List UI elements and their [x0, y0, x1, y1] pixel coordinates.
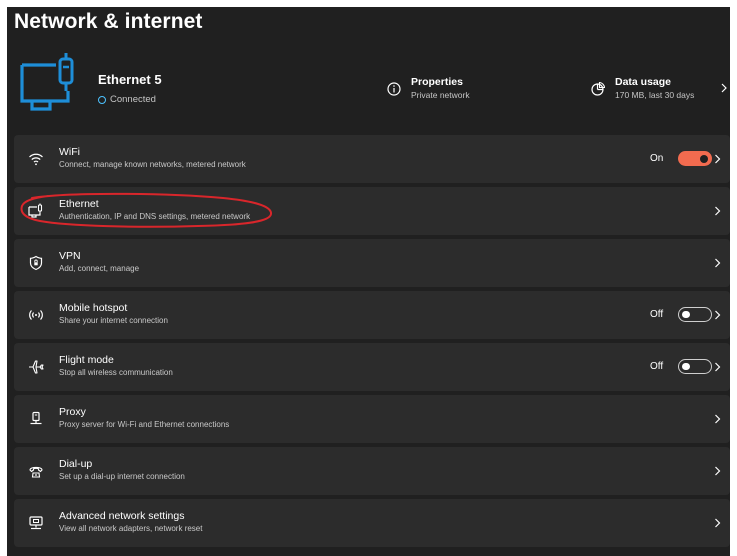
chevron-right-icon — [715, 258, 721, 268]
ethernet-device-icon — [20, 53, 74, 111]
flight-mode-title: Flight mode — [59, 354, 114, 366]
proxy-icon — [30, 411, 42, 425]
wifi-toggle-label: On — [650, 153, 664, 164]
mobile-hotspot-icon — [29, 310, 43, 320]
ethernet-subtitle: Authentication, IP and DNS settings, met… — [59, 212, 251, 221]
device-name: Ethernet 5 — [98, 72, 162, 87]
data-usage-subtitle: 170 MB, last 30 days — [615, 90, 695, 100]
advanced-network-settings-row[interactable]: Advanced network settings View all netwo… — [14, 499, 730, 547]
toggle-knob — [682, 362, 690, 370]
wifi-row[interactable]: WiFi Connect, manage known networks, met… — [14, 135, 730, 183]
connection-status-text: Connected — [110, 94, 156, 105]
mobile-hotspot-toggle-group: Off — [650, 307, 712, 322]
page-title: Network & internet — [14, 10, 203, 33]
mobile-hotspot-toggle[interactable] — [678, 307, 712, 322]
properties-subtitle: Private network — [411, 90, 470, 100]
properties-title: Properties — [411, 76, 463, 88]
wifi-toggle-group: On — [650, 151, 712, 166]
chevron-right-icon — [715, 206, 721, 216]
wifi-toggle[interactable] — [678, 151, 712, 166]
dial-up-icon — [29, 466, 43, 478]
chevron-right-icon — [715, 310, 721, 320]
vpn-title: VPN — [59, 250, 81, 262]
settings-list: WiFi Connect, manage known networks, met… — [14, 135, 730, 551]
data-usage-button[interactable]: Data usage 170 MB, last 30 days — [591, 76, 694, 102]
settings-window: Network & internet Ethernet 5 Connected … — [7, 7, 730, 556]
connection-status: Connected — [98, 94, 156, 105]
toggle-knob — [700, 154, 708, 163]
flight-mode-toggle-group: Off — [650, 359, 712, 374]
advanced-network-icon — [29, 516, 43, 530]
dial-up-subtitle: Set up a dial-up internet connection — [59, 472, 185, 481]
chevron-right-icon[interactable] — [720, 83, 728, 93]
proxy-row[interactable]: Proxy Proxy server for Wi-Fi and Etherne… — [14, 395, 730, 443]
flight-mode-row[interactable]: Flight mode Stop all wireless communicat… — [14, 343, 730, 391]
chevron-right-icon — [715, 362, 721, 372]
chevron-right-icon — [715, 518, 721, 528]
mobile-hotspot-subtitle: Share your internet connection — [59, 316, 168, 325]
chevron-right-icon — [715, 154, 721, 164]
vpn-shield-icon — [29, 255, 43, 271]
properties-button[interactable]: Properties Private network — [387, 76, 470, 102]
chevron-right-icon — [715, 466, 721, 476]
flight-mode-subtitle: Stop all wireless communication — [59, 368, 173, 377]
toggle-knob — [682, 310, 690, 318]
dial-up-title: Dial-up — [59, 458, 93, 470]
wifi-icon — [29, 153, 43, 166]
data-usage-title: Data usage — [615, 76, 672, 88]
connection-status-card: Ethernet 5 Connected Properties Private … — [14, 43, 730, 126]
proxy-title: Proxy — [59, 406, 86, 418]
wifi-title: WiFi — [59, 146, 80, 158]
advanced-network-settings-subtitle: View all network adapters, network reset — [59, 524, 203, 533]
vpn-row[interactable]: VPN Add, connect, manage — [14, 239, 730, 287]
mobile-hotspot-title: Mobile hotspot — [59, 302, 128, 314]
wifi-subtitle: Connect, manage known networks, metered … — [59, 160, 246, 169]
advanced-network-settings-title: Advanced network settings — [59, 510, 185, 522]
ethernet-icon — [28, 203, 43, 218]
data-usage-icon — [591, 82, 605, 96]
globe-icon — [98, 95, 106, 104]
mobile-hotspot-toggle-label: Off — [650, 309, 664, 320]
ethernet-row[interactable]: Ethernet Authentication, IP and DNS sett… — [14, 187, 730, 235]
proxy-subtitle: Proxy server for Wi-Fi and Ethernet conn… — [59, 420, 230, 429]
flight-mode-toggle[interactable] — [678, 359, 712, 374]
vpn-subtitle: Add, connect, manage — [59, 264, 140, 273]
mobile-hotspot-row[interactable]: Mobile hotspot Share your internet conne… — [14, 291, 730, 339]
dial-up-row[interactable]: Dial-up Set up a dial-up internet connec… — [14, 447, 730, 495]
airplane-icon — [29, 360, 44, 374]
info-icon — [387, 82, 401, 96]
ethernet-title: Ethernet — [59, 198, 99, 210]
chevron-right-icon — [715, 414, 721, 424]
flight-mode-toggle-label: Off — [650, 361, 664, 372]
